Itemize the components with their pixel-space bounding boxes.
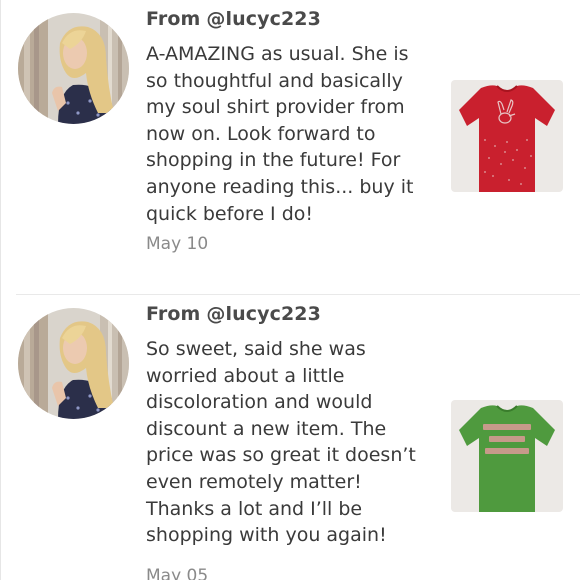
- avatar[interactable]: [18, 13, 129, 124]
- review-text: A-AMAZING as usual. She is so thoughtful…: [146, 43, 414, 225]
- username-link[interactable]: @lucyc223: [206, 303, 321, 325]
- shirt-print-graphic-icon: [483, 424, 531, 454]
- review-author[interactable]: From @lucyc223: [146, 8, 321, 30]
- review-date: May 10: [146, 234, 209, 254]
- review-text: So sweet, said she was worried about a l…: [146, 338, 416, 547]
- green-tshirt-image: [451, 400, 563, 512]
- avatar-photo: [18, 13, 129, 124]
- avatar-photo: [18, 308, 129, 419]
- red-tshirt-image: [451, 80, 563, 192]
- from-label: From: [146, 8, 201, 30]
- reviews-page: From @lucyc223 A-AMAZING as usual. She is…: [0, 0, 580, 580]
- review-date: May 05: [146, 566, 209, 580]
- avatar[interactable]: [18, 308, 129, 419]
- product-thumbnail[interactable]: [451, 400, 563, 512]
- username-link[interactable]: @lucyc223: [206, 8, 321, 30]
- review-author[interactable]: From @lucyc223: [146, 303, 321, 325]
- review-item: From @lucyc223 A-AMAZING as usual. She is…: [0, 0, 580, 294]
- product-thumbnail[interactable]: [451, 80, 563, 192]
- review-item: From @lucyc223 So sweet, said she was wor…: [0, 295, 580, 580]
- from-label: From: [146, 303, 201, 325]
